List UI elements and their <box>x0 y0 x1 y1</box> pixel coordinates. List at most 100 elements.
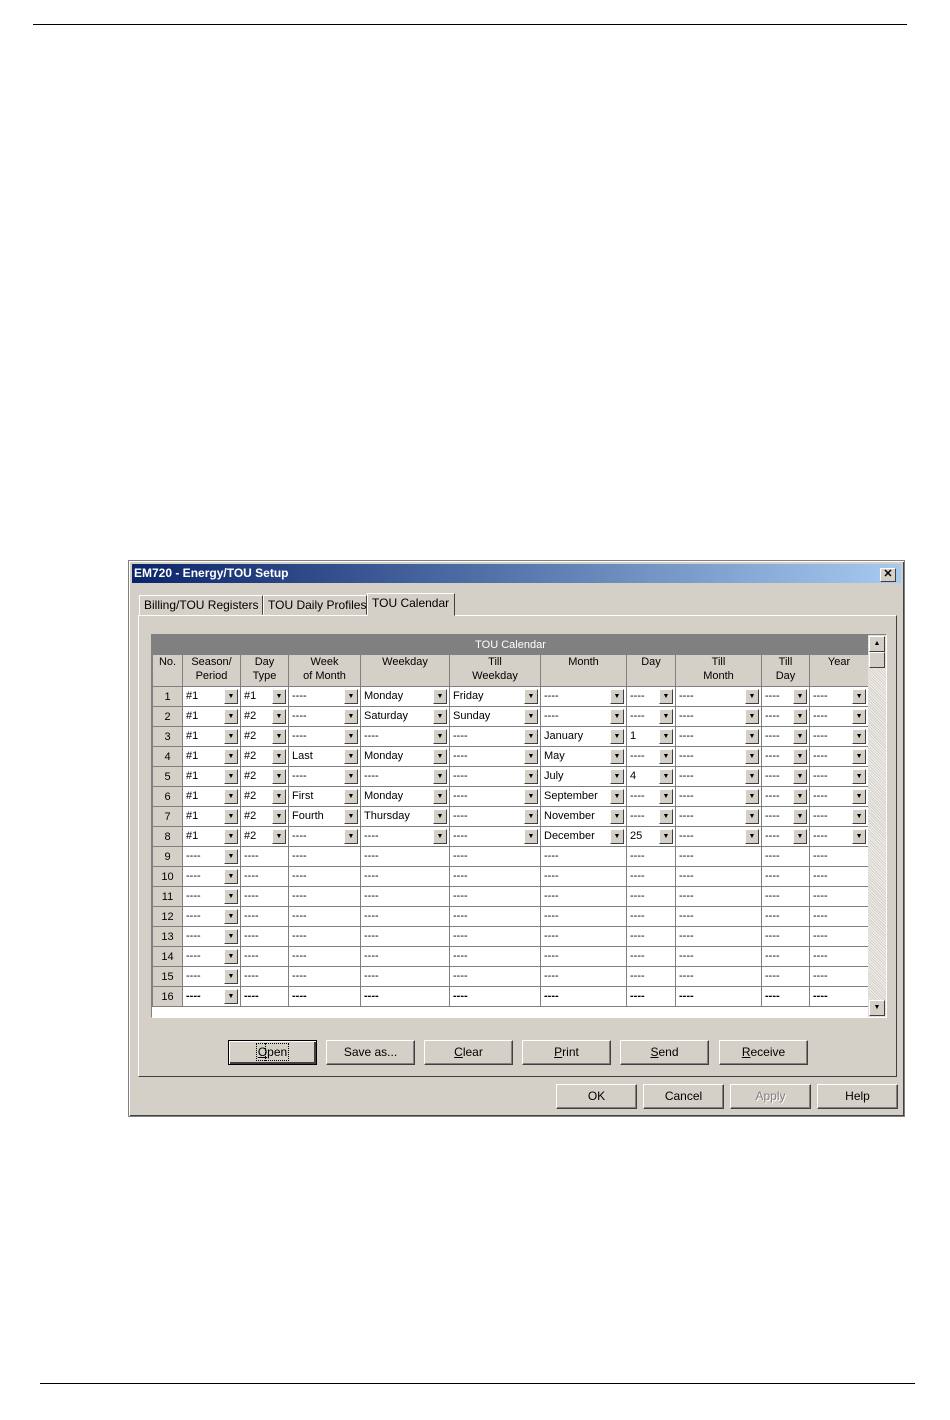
table-cell[interactable]: ---- <box>761 926 810 947</box>
apply-button[interactable]: Apply <box>730 1084 811 1109</box>
dropdown-arrow-icon[interactable]: ▼ <box>659 769 673 784</box>
dropdown-arrow-icon[interactable]: ▼ <box>272 729 286 744</box>
table-cell[interactable]: ---- <box>449 866 541 887</box>
table-cell[interactable]: ---- ▼ <box>626 746 676 767</box>
dropdown-arrow-icon[interactable]: ▼ <box>344 829 358 844</box>
dropdown-arrow-icon[interactable]: ▼ <box>793 789 807 804</box>
table-cell[interactable]: September ▼ <box>540 786 627 807</box>
table-cell[interactable]: #1 ▼ <box>240 686 289 707</box>
table-cell[interactable]: #2 ▼ <box>240 746 289 767</box>
open-button[interactable]: Open <box>228 1040 317 1065</box>
dropdown-arrow-icon[interactable]: ▼ <box>224 869 238 884</box>
table-cell[interactable]: January ▼ <box>540 726 627 747</box>
table-cell[interactable]: ---- <box>288 986 361 1007</box>
table-cell[interactable]: ---- ▼ <box>540 686 627 707</box>
table-cell[interactable]: Monday ▼ <box>360 746 450 767</box>
table-cell[interactable]: ---- <box>540 986 627 1007</box>
table-cell[interactable]: ---- ▼ <box>675 686 762 707</box>
dropdown-arrow-icon[interactable]: ▼ <box>224 949 238 964</box>
dropdown-arrow-icon[interactable]: ▼ <box>344 789 358 804</box>
table-cell[interactable]: ---- <box>540 906 627 927</box>
dropdown-arrow-icon[interactable]: ▼ <box>610 789 624 804</box>
table-cell[interactable]: #2 ▼ <box>240 826 289 847</box>
dropdown-arrow-icon[interactable]: ▼ <box>272 809 286 824</box>
table-cell[interactable]: ---- <box>540 966 627 987</box>
dropdown-arrow-icon[interactable]: ▼ <box>852 769 867 784</box>
table-cell[interactable]: ---- ▼ <box>449 726 541 747</box>
dropdown-arrow-icon[interactable]: ▼ <box>272 829 286 844</box>
receive-button[interactable]: Receive <box>719 1040 808 1065</box>
table-cell[interactable]: ---- ▼ <box>808 826 870 847</box>
table-cell[interactable]: ---- <box>288 906 361 927</box>
dropdown-arrow-icon[interactable]: ▼ <box>344 749 358 764</box>
dropdown-arrow-icon[interactable]: ▼ <box>659 789 673 804</box>
table-cell[interactable]: ---- ▼ <box>761 726 810 747</box>
table-cell[interactable]: ---- <box>449 966 541 987</box>
dropdown-arrow-icon[interactable]: ▼ <box>610 769 624 784</box>
help-button[interactable]: Help <box>817 1084 898 1109</box>
dropdown-arrow-icon[interactable]: ▼ <box>659 809 673 824</box>
table-cell[interactable]: ---- ▼ <box>182 946 241 967</box>
dropdown-arrow-icon[interactable]: ▼ <box>610 829 624 844</box>
dropdown-arrow-icon[interactable]: ▼ <box>793 769 807 784</box>
tab-tou-daily-profiles[interactable]: TOU Daily Profiles <box>263 595 367 615</box>
table-cell[interactable]: ---- <box>240 866 289 887</box>
table-cell[interactable]: ---- <box>540 846 627 867</box>
table-cell[interactable]: #2 ▼ <box>240 766 289 787</box>
dropdown-arrow-icon[interactable]: ▼ <box>610 729 624 744</box>
table-cell[interactable]: Monday ▼ <box>360 786 450 807</box>
table-cell[interactable]: ---- ▼ <box>360 766 450 787</box>
dropdown-arrow-icon[interactable]: ▼ <box>610 689 624 704</box>
table-cell[interactable]: ---- <box>449 886 541 907</box>
table-cell[interactable]: ---- <box>626 846 676 867</box>
dropdown-arrow-icon[interactable]: ▼ <box>224 689 238 704</box>
scroll-up-arrow-icon[interactable]: ▲ <box>869 636 885 652</box>
table-cell[interactable]: ---- ▼ <box>761 686 810 707</box>
table-cell[interactable]: May ▼ <box>540 746 627 767</box>
dropdown-arrow-icon[interactable]: ▼ <box>793 709 807 724</box>
dropdown-arrow-icon[interactable]: ▼ <box>272 749 286 764</box>
dropdown-arrow-icon[interactable]: ▼ <box>224 909 238 924</box>
table-cell[interactable]: ---- ▼ <box>808 766 870 787</box>
dropdown-arrow-icon[interactable]: ▼ <box>793 749 807 764</box>
table-cell[interactable]: ---- ▼ <box>626 806 676 827</box>
table-cell[interactable]: ---- <box>540 886 627 907</box>
dropdown-arrow-icon[interactable]: ▼ <box>524 809 538 824</box>
table-cell[interactable]: ---- <box>240 846 289 867</box>
scroll-thumb[interactable] <box>869 652 885 668</box>
dropdown-arrow-icon[interactable]: ▼ <box>610 709 624 724</box>
dropdown-arrow-icon[interactable]: ▼ <box>793 809 807 824</box>
dropdown-arrow-icon[interactable]: ▼ <box>745 709 759 724</box>
dropdown-arrow-icon[interactable]: ▼ <box>224 929 238 944</box>
table-cell[interactable]: #1 ▼ <box>182 726 241 747</box>
dropdown-arrow-icon[interactable]: ▼ <box>433 809 447 824</box>
table-cell[interactable]: Saturday ▼ <box>360 706 450 727</box>
table-cell[interactable]: ---- <box>288 886 361 907</box>
table-cell[interactable]: ---- ▼ <box>360 726 450 747</box>
table-cell[interactable]: #1 ▼ <box>182 686 241 707</box>
table-cell[interactable]: ---- <box>240 986 289 1007</box>
table-cell[interactable]: ---- <box>626 906 676 927</box>
table-cell[interactable]: ---- <box>360 986 450 1007</box>
table-cell[interactable]: ---- <box>360 906 450 927</box>
table-cell[interactable]: #1 ▼ <box>182 766 241 787</box>
table-cell[interactable]: ---- <box>626 986 676 1007</box>
table-cell[interactable]: ---- <box>240 886 289 907</box>
table-cell[interactable]: ---- ▼ <box>288 826 361 847</box>
table-cell[interactable]: 1 ▼ <box>626 726 676 747</box>
dropdown-arrow-icon[interactable]: ▼ <box>610 749 624 764</box>
table-cell[interactable]: Last ▼ <box>288 746 361 767</box>
table-cell[interactable]: ---- ▼ <box>182 846 241 867</box>
dropdown-arrow-icon[interactable]: ▼ <box>344 689 358 704</box>
dropdown-arrow-icon[interactable]: ▼ <box>793 689 807 704</box>
table-cell[interactable]: Thursday ▼ <box>360 806 450 827</box>
dropdown-arrow-icon[interactable]: ▼ <box>852 829 867 844</box>
table-cell[interactable]: ---- <box>360 846 450 867</box>
dropdown-arrow-icon[interactable]: ▼ <box>745 789 759 804</box>
dropdown-arrow-icon[interactable]: ▼ <box>344 809 358 824</box>
table-cell[interactable]: ---- <box>360 866 450 887</box>
table-cell[interactable]: #2 ▼ <box>240 726 289 747</box>
dropdown-arrow-icon[interactable]: ▼ <box>344 729 358 744</box>
table-cell[interactable]: ---- <box>240 946 289 967</box>
dropdown-arrow-icon[interactable]: ▼ <box>344 709 358 724</box>
